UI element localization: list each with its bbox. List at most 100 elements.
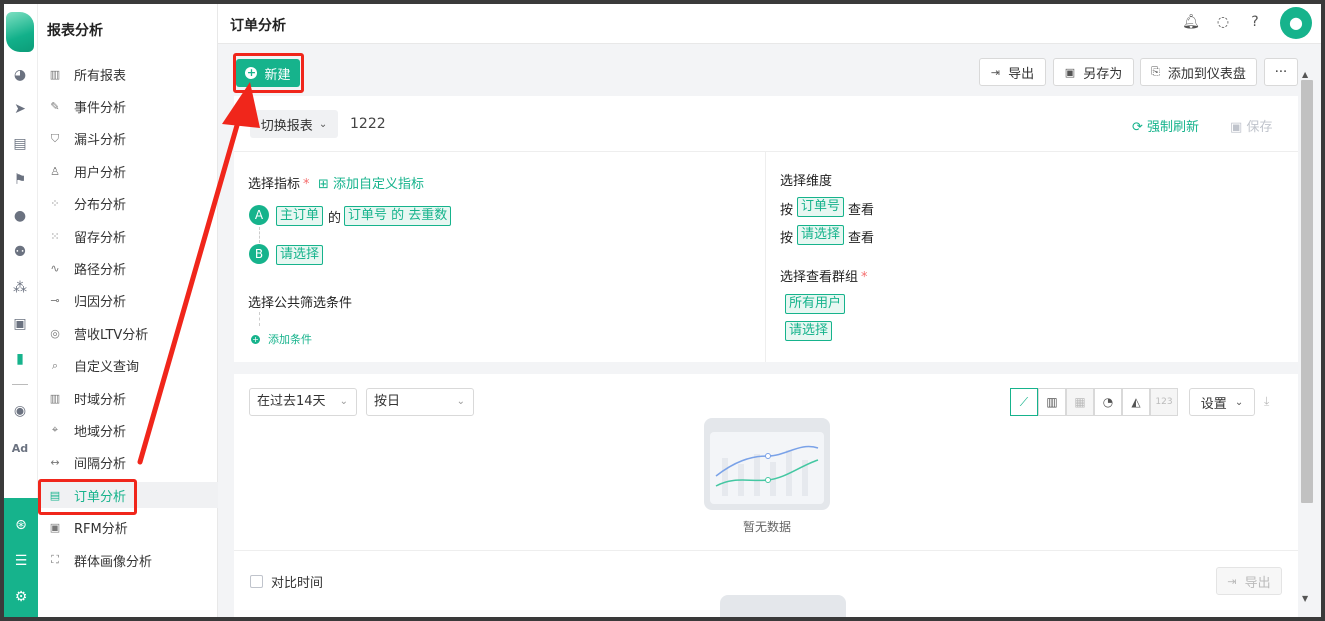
dim-row-1-tag[interactable]: 订单号 <box>797 197 845 217</box>
avatar-icon: ● <box>1289 13 1303 32</box>
pie-chart-icon[interactable]: ◔ <box>1094 388 1122 416</box>
sidebar-item-7[interactable]: ⊸ 归因分析 <box>38 288 218 314</box>
flag-icon[interactable]: ⚑ <box>11 171 29 189</box>
sidebar-item-label: 漏斗分析 <box>74 133 127 149</box>
sidebar-item-8[interactable]: ◎ 营收LTV分析 <box>38 320 218 346</box>
illustration-svg <box>715 445 819 496</box>
order-icon: ▤ <box>49 488 61 502</box>
save-icon: ▣ <box>1064 65 1076 79</box>
bar-chart-icon[interactable]: ▥ <box>1038 388 1066 416</box>
user-icon[interactable]: ● <box>11 207 29 225</box>
more-button[interactable]: ··· <box>1264 58 1298 86</box>
sidebar-item-0[interactable]: ▥ 所有报表 <box>38 61 218 87</box>
export-icon: ⇥ <box>1227 574 1237 588</box>
layout-icon[interactable]: ▤ <box>11 135 29 153</box>
bell-icon[interactable]: 🔔︎ <box>1182 13 1200 31</box>
line-chart-icon[interactable]: ⟋ <box>1010 388 1038 416</box>
chevron-down-icon: ⌄ <box>339 396 348 407</box>
save-as-button[interactable]: ▣ 另存为 <box>1053 58 1134 86</box>
send-icon[interactable]: ➤ <box>11 100 29 118</box>
dim-row-2-suffix: 查看 <box>848 231 875 246</box>
sidebar-item-12[interactable]: ↔ 间隔分析 <box>38 450 218 476</box>
sidebar-item-label: 自定义查询 <box>74 360 140 376</box>
sidebar-item-4[interactable]: ⁘ 分布分析 <box>38 191 218 217</box>
dim-row-1-prefix: 按 <box>780 203 794 218</box>
metric-a-subject-tag[interactable]: 主订单 <box>276 206 324 226</box>
sidebar-item-11[interactable]: ⌖ 地域分析 <box>38 417 218 443</box>
download-icon[interactable]: ⤓ <box>1264 394 1269 409</box>
metric-a-measure-tag[interactable]: 订单号 的 去重数 <box>344 206 452 226</box>
avatar[interactable]: ● <box>1280 7 1312 39</box>
switch-report-button[interactable]: 切换报表 ⌄ <box>250 110 338 138</box>
stacked-bar-icon[interactable]: ▦ <box>1066 388 1094 416</box>
scroll-thumb[interactable] <box>1301 80 1313 503</box>
scroll-up-icon[interactable]: ▲ <box>1302 70 1308 79</box>
group-select-tag[interactable]: 请选择 <box>785 321 833 341</box>
sidebar-item-15[interactable]: ⛶ 群体画像分析 <box>38 547 218 573</box>
sidebar-item-13[interactable]: ▤ 订单分析 <box>38 482 218 509</box>
sidebar-item-label: 归因分析 <box>74 295 127 311</box>
save-link[interactable]: ▣ 保存 <box>1230 116 1272 135</box>
area-chart-icon[interactable]: ◭ <box>1122 388 1150 416</box>
help-icon[interactable]: ? <box>1246 13 1264 31</box>
location-icon: ⌖ <box>51 423 59 437</box>
chat-icon[interactable]: ◌ <box>1214 13 1232 31</box>
sidebar-item-6[interactable]: ∿ 路径分析 <box>38 255 218 281</box>
sidebar-item-9[interactable]: ⌕ 自定义查询 <box>38 353 218 379</box>
ad-icon[interactable]: Ad <box>11 440 29 458</box>
attribution-icon: ⊸ <box>50 294 60 308</box>
force-refresh-link[interactable]: ⟳ 强制刷新 <box>1132 116 1199 135</box>
checkbox-box[interactable] <box>250 575 263 588</box>
settings-button[interactable]: 设置 ⌄ <box>1189 388 1255 416</box>
sidebar-item-2[interactable]: ⛉ 漏斗分析 <box>38 126 218 152</box>
sidebar-item-3[interactable]: ♙ 用户分析 <box>38 158 218 184</box>
add-condition-link[interactable]: + 添加条件 <box>251 331 312 347</box>
date-range-value: 在过去14天 <box>257 394 326 409</box>
add-to-dashboard-button[interactable]: ⎘ 添加到仪表盘 <box>1140 58 1257 86</box>
switch-report-label: 切换报表 <box>260 118 313 134</box>
export-data-button[interactable]: ⇥ 导出 <box>1216 567 1282 595</box>
coin-icon: ◎ <box>50 326 60 340</box>
gear-icon[interactable]: ⚙ <box>12 588 30 606</box>
chevron-down-icon: ⌄ <box>456 396 465 407</box>
compare-time-checkbox[interactable]: 对比时间 <box>250 572 323 591</box>
granularity-select[interactable]: 按日 ⌄ <box>366 388 474 416</box>
bar-chart-icon[interactable]: ▮ <box>11 350 29 368</box>
user-icon: ♙ <box>50 164 60 178</box>
dashboard-icon[interactable]: ◕ <box>11 66 29 84</box>
scrollbar[interactable]: ▲ ▼ <box>1298 44 1321 617</box>
sidebar-item-14[interactable]: ▣ RFM分析 <box>38 515 218 541</box>
page-title: 订单分析 <box>230 18 286 34</box>
number-icon[interactable]: 123 <box>1150 388 1178 416</box>
connector-line <box>259 312 260 326</box>
rail-bottom-bar: ⊛ ☰ ⚙ <box>4 498 38 617</box>
wechat-icon[interactable]: ◉ <box>11 402 29 420</box>
metric-b-select-tag[interactable]: 请选择 <box>276 245 324 265</box>
plus-icon: + <box>251 334 260 344</box>
date-range-select[interactable]: 在过去14天 ⌄ <box>249 388 357 416</box>
server-icon[interactable]: ☰ <box>12 552 30 570</box>
users-icon[interactable]: ⚉ <box>11 243 29 261</box>
new-button[interactable]: + 新建 <box>236 59 300 87</box>
group-all-users-tag[interactable]: 所有用户 <box>785 294 846 314</box>
sidebar-item-5[interactable]: ⁙ 留存分析 <box>38 223 218 249</box>
path-icon: ∿ <box>50 261 60 275</box>
cluster-icon[interactable]: ⁂ <box>11 279 29 297</box>
sidebar-item-1[interactable]: ✎ 事件分析 <box>38 93 218 119</box>
add-custom-metric-link[interactable]: ⊞ 添加自定义指标 <box>318 173 424 192</box>
radar-icon[interactable]: ⊛ <box>12 516 30 534</box>
dim-row-2-tag[interactable]: 请选择 <box>797 225 845 245</box>
export-button[interactable]: ⇥ 导出 <box>979 58 1046 86</box>
app-logo[interactable] <box>6 12 34 52</box>
sidebar-item-label: 营收LTV分析 <box>74 327 149 343</box>
granularity-value: 按日 <box>374 394 401 409</box>
save-as-label: 另存为 <box>1083 66 1123 82</box>
portrait-icon: ⛶ <box>51 553 59 566</box>
bookmark-icon[interactable]: ▣ <box>11 315 29 333</box>
empty-text: 暂无数据 <box>742 520 791 534</box>
query-icon: ⌕ <box>51 358 59 372</box>
add-condition-label: 添加条件 <box>268 333 312 346</box>
sidebar-item-10[interactable]: ▥ 时域分析 <box>38 385 218 411</box>
scroll-down-icon[interactable]: ▼ <box>1302 594 1308 603</box>
report-config-card: 切换报表 ⌄ 1222 ⟳ 强制刷新 ▣ 保存 选择指标 * ⊞ 添加自定义指标 … <box>234 96 1298 362</box>
